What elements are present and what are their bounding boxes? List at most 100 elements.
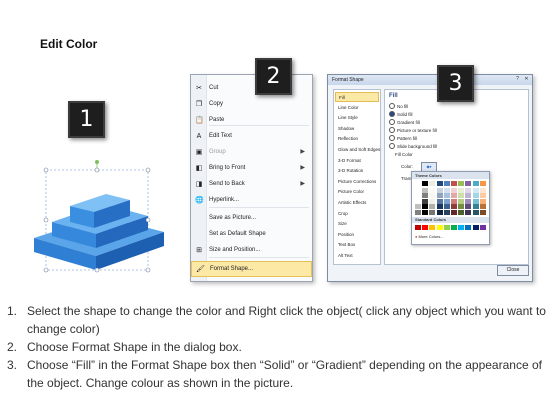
color-swatch[interactable] (415, 187, 421, 193)
radio-button[interactable] (389, 142, 395, 149)
color-swatch[interactable] (465, 193, 472, 199)
menu-item-size-and-position[interactable]: ⊞ Size and Position... (191, 243, 312, 259)
color-swatch[interactable] (479, 187, 486, 193)
color-swatch[interactable] (429, 181, 436, 186)
color-swatch[interactable] (472, 187, 479, 193)
rotation-handle[interactable] (95, 160, 99, 164)
color-swatch[interactable] (465, 210, 472, 215)
color-swatch[interactable] (458, 210, 465, 215)
standard-color-swatch[interactable] (472, 225, 479, 230)
color-swatch[interactable] (451, 181, 457, 186)
radio-button[interactable] (389, 102, 395, 109)
color-swatch[interactable] (422, 210, 429, 215)
menu-item-copy[interactable]: ❐ Copy (191, 97, 312, 113)
color-swatch[interactable] (451, 204, 457, 210)
color-swatch[interactable] (465, 187, 472, 193)
close-button[interactable]: Close (497, 265, 529, 276)
color-swatch[interactable] (429, 204, 436, 210)
color-swatch[interactable] (458, 187, 465, 193)
color-swatch[interactable] (479, 181, 486, 186)
color-swatch[interactable] (422, 187, 429, 193)
pyramid-graphic[interactable] (30, 160, 168, 280)
menu-item-save-as-picture[interactable]: Save as Picture... (191, 211, 312, 227)
radio-button[interactable] (389, 118, 395, 125)
nav-item-picture-color[interactable]: Picture Color (335, 187, 379, 197)
menu-item-bring-to-front[interactable]: ◧ Bring to Front ▶ (191, 161, 312, 177)
color-swatch[interactable] (415, 193, 421, 199)
nav-item-fill[interactable]: Fill (335, 92, 379, 102)
color-swatch[interactable] (429, 193, 436, 199)
color-swatch[interactable] (458, 193, 465, 199)
fill-option-no-fill[interactable]: No fill (389, 102, 408, 111)
color-swatch[interactable] (472, 181, 479, 186)
color-swatch[interactable] (436, 193, 443, 199)
color-swatch[interactable] (443, 193, 450, 199)
nav-item-position[interactable]: Position (335, 230, 379, 240)
color-swatch[interactable] (429, 210, 436, 215)
standard-color-swatch[interactable] (422, 225, 429, 230)
color-swatch[interactable] (429, 198, 436, 204)
fill-option-pattern-fill[interactable]: Pattern fill (389, 134, 417, 143)
color-swatch[interactable] (479, 198, 486, 204)
nav-item-3-d-format[interactable]: 3-D Format (335, 156, 379, 166)
standard-color-swatch[interactable] (451, 225, 457, 230)
color-swatch[interactable] (422, 193, 429, 199)
color-swatch[interactable] (472, 193, 479, 199)
color-swatch[interactable] (443, 187, 450, 193)
color-swatch[interactable] (415, 204, 421, 210)
color-swatch[interactable] (458, 198, 465, 204)
nav-item-reflection[interactable]: Reflection (335, 134, 379, 144)
fill-option-gradient-fill[interactable]: Gradient fill (389, 118, 420, 127)
color-swatch[interactable] (451, 187, 457, 193)
color-swatch[interactable] (422, 181, 429, 186)
menu-item-paste[interactable]: 📋 Paste (191, 113, 312, 129)
color-swatch[interactable] (415, 181, 421, 186)
color-swatch[interactable] (436, 181, 443, 186)
menu-item-set-as-default-shape[interactable]: Set as Default Shape (191, 227, 312, 243)
color-swatch[interactable] (436, 204, 443, 210)
fill-option-picture-or-texture-fill[interactable]: Picture or texture fill (389, 126, 437, 135)
color-swatch[interactable] (479, 204, 486, 210)
nav-item-line-color[interactable]: Line Color (335, 103, 379, 113)
nav-item-artistic-effects[interactable]: Artistic Effects (335, 198, 379, 208)
radio-button[interactable] (389, 134, 395, 141)
color-swatch[interactable] (415, 210, 421, 215)
pyramid-shape[interactable] (30, 160, 168, 280)
menu-item-group[interactable]: ▣ Group ▶ (191, 145, 312, 161)
color-swatch[interactable] (465, 181, 472, 186)
standard-color-swatch[interactable] (479, 225, 486, 230)
color-swatch[interactable] (458, 204, 465, 210)
color-swatch[interactable] (436, 210, 443, 215)
color-swatch[interactable] (472, 198, 479, 204)
color-swatch[interactable] (465, 198, 472, 204)
fill-option-solid-fill[interactable]: Solid fill (389, 110, 413, 119)
nav-item-crop[interactable]: Crop (335, 209, 379, 219)
nav-item-glow-and-soft-edges[interactable]: Glow and Soft Edges (335, 145, 380, 155)
radio-button[interactable] (389, 110, 395, 117)
color-swatch[interactable] (422, 204, 429, 210)
color-swatch[interactable] (436, 187, 443, 193)
nav-item-alt-text[interactable]: Alt Text (335, 251, 379, 261)
color-swatch[interactable] (443, 198, 450, 204)
color-swatch[interactable] (472, 210, 479, 215)
help-icon[interactable]: ? (514, 76, 521, 83)
color-swatch[interactable] (479, 210, 486, 215)
standard-color-swatch[interactable] (443, 225, 450, 230)
nav-item-picture-corrections[interactable]: Picture Corrections (335, 177, 379, 187)
standard-color-swatch[interactable] (429, 225, 436, 230)
color-swatch[interactable] (443, 204, 450, 210)
color-swatch[interactable] (451, 198, 457, 204)
nav-item-text-box[interactable]: Text Box (335, 240, 379, 250)
radio-button[interactable] (389, 126, 395, 133)
menu-item-format-shape[interactable]: 🖌 Format Shape... (191, 261, 312, 277)
menu-item-cut[interactable]: ✂ Cut (191, 81, 312, 97)
color-swatch[interactable] (451, 210, 457, 215)
color-swatch[interactable] (479, 193, 486, 199)
color-swatch[interactable] (415, 198, 421, 204)
menu-item-hyperlink[interactable]: 🌐 Hyperlink... (191, 193, 312, 209)
nav-item-line-style[interactable]: Line Style (335, 113, 379, 123)
color-swatch[interactable] (458, 181, 465, 186)
standard-color-swatch[interactable] (458, 225, 465, 230)
nav-item-shadow[interactable]: Shadow (335, 124, 379, 134)
color-swatch[interactable] (436, 198, 443, 204)
